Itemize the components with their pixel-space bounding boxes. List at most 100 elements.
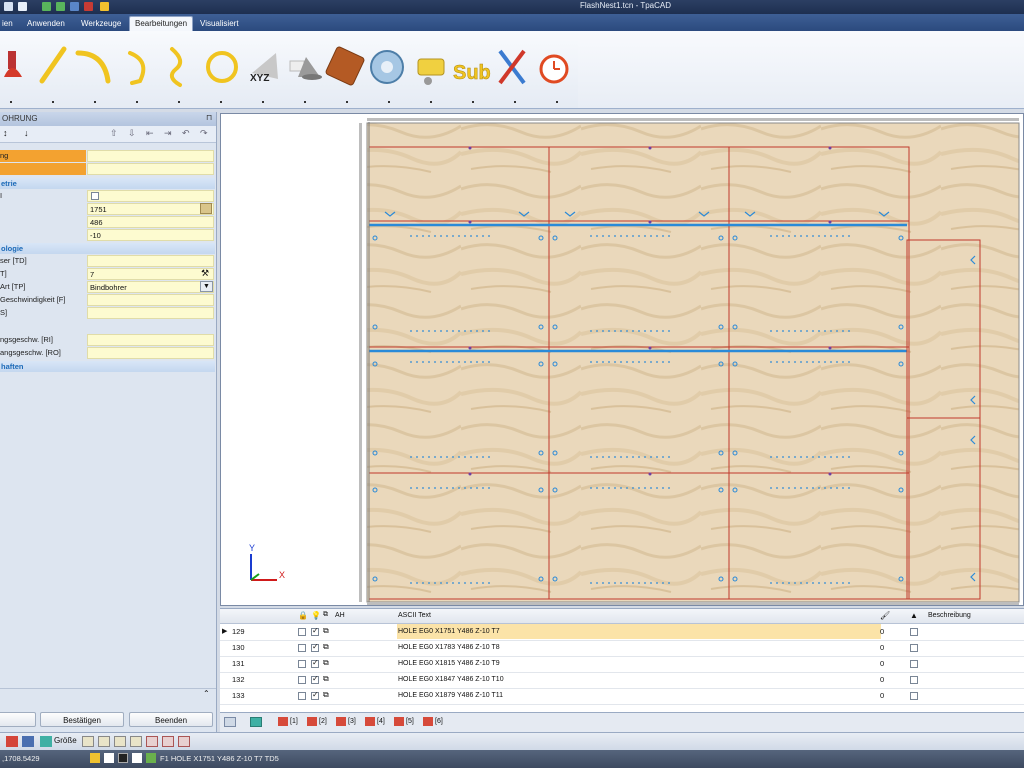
close-tool-icon[interactable] — [84, 2, 93, 11]
prop-value[interactable] — [87, 255, 214, 267]
prop-value[interactable] — [87, 163, 214, 175]
description-checkbox[interactable] — [910, 644, 918, 652]
redo-icon[interactable]: ↷ — [200, 128, 208, 139]
line-icon[interactable] — [39, 46, 67, 84]
undo-icon[interactable] — [42, 2, 51, 11]
tools-icon[interactable] — [498, 49, 526, 85]
visible-checkbox[interactable] — [311, 674, 319, 684]
prop-value[interactable] — [87, 190, 214, 202]
view-tab[interactable]: [1] — [278, 716, 298, 728]
arc-icon[interactable] — [75, 50, 111, 84]
s-curve-icon[interactable] — [169, 47, 183, 87]
ascii-text-cell[interactable]: HOLE EG0 X1879 Y486 Z-10 T11 — [397, 688, 881, 703]
tool-icon[interactable] — [98, 736, 110, 747]
tool-icon[interactable] — [82, 736, 94, 747]
prop-row[interactable]: Art [TP] Bindbohrer ▼ — [0, 281, 214, 293]
layers-icon[interactable]: ⧉ — [323, 611, 328, 619]
pin-icon[interactable]: ⊓ — [206, 113, 212, 122]
tab-werkzeuge[interactable]: Werkzeuge — [76, 17, 126, 31]
status-icon[interactable] — [118, 753, 128, 763]
prop-row[interactable]: -10 — [0, 229, 214, 241]
view-3d-icon[interactable] — [224, 717, 236, 727]
tool-value-field[interactable]: 7 — [87, 268, 214, 280]
z-value-field[interactable]: -10 — [87, 229, 214, 241]
prop-row[interactable]: angsgeschw. [RO] — [0, 347, 214, 359]
sort-category-icon[interactable]: ↓ — [24, 128, 29, 138]
shapes-icon[interactable]: ▲ — [910, 611, 918, 620]
tool-icon[interactable] — [162, 736, 174, 747]
clock-icon[interactable] — [539, 54, 569, 84]
view-tab[interactable]: [4] — [365, 716, 385, 728]
category-technology[interactable]: ologie — [0, 243, 215, 254]
view-tab[interactable]: [2] — [307, 716, 327, 728]
table-row[interactable]: ▶ 129 ⧉ HOLE EG0 X1751 Y486 Z-10 T70 — [220, 624, 1024, 641]
ascii-text-cell[interactable]: HOLE EG0 X1815 Y486 Z-10 T9 — [397, 656, 881, 671]
view-tab[interactable]: [3] — [336, 716, 356, 728]
lock-checkbox[interactable] — [298, 676, 306, 684]
tab-ansicht[interactable]: ien — [0, 17, 18, 31]
table-row[interactable]: 132 ⧉ HOLE EG0 X1847 Y486 Z-10 T100 — [220, 672, 1024, 689]
pick-point-icon[interactable] — [200, 203, 212, 214]
y-value-field[interactable]: 486 — [87, 216, 214, 228]
size-icon[interactable] — [40, 736, 52, 747]
view-tab[interactable]: [5] — [394, 716, 414, 728]
lock-checkbox[interactable] — [298, 660, 306, 668]
lock-icon[interactable]: 🔒 — [298, 611, 308, 620]
prop-value[interactable] — [87, 307, 214, 319]
x-value-field[interactable]: 1751 — [87, 203, 214, 215]
end-button[interactable]: Beenden — [129, 712, 213, 727]
circle-icon[interactable] — [206, 51, 238, 83]
visible-checkbox[interactable] — [311, 690, 319, 700]
prop-value[interactable] — [87, 294, 214, 306]
cone-icon[interactable] — [289, 57, 322, 80]
left-button[interactable] — [0, 712, 36, 727]
tool-icon[interactable] — [70, 2, 79, 11]
confirm-button[interactable]: Bestätigen — [40, 712, 124, 727]
tab-bearbeitungen[interactable]: Bearbeitungen — [129, 16, 194, 31]
xyz-point-icon[interactable]: XYZ — [250, 53, 278, 84]
category-properties[interactable]: haften — [0, 361, 215, 372]
prop-row[interactable]: T] 7 ⚒ — [0, 268, 214, 280]
redo-icon[interactable] — [56, 2, 65, 11]
prop-value[interactable] — [87, 334, 214, 346]
lock-checkbox[interactable] — [298, 628, 306, 636]
view-tab[interactable]: [6] — [423, 716, 443, 728]
ascii-text-cell[interactable]: HOLE EG0 X1783 Y486 Z-10 T8 — [397, 640, 881, 655]
tab-anwenden[interactable]: Anwenden — [22, 17, 70, 31]
visible-checkbox[interactable] — [311, 626, 319, 636]
undo-icon[interactable]: ↶ — [182, 128, 190, 139]
nav-icon[interactable]: ⇥ — [164, 128, 172, 139]
collapse-icon[interactable]: ⌃ — [203, 689, 210, 698]
tool-icon[interactable] — [146, 736, 158, 747]
star-icon[interactable] — [100, 2, 109, 11]
ascii-text-cell[interactable]: HOLE EG0 X1751 Y486 Z-10 T7 — [397, 624, 881, 639]
view-color-icon[interactable] — [250, 717, 262, 727]
description-checkbox[interactable] — [910, 628, 918, 636]
prop-row[interactable]: ng — [0, 150, 214, 162]
tab-visualisiert[interactable]: Visualisiert — [195, 17, 244, 31]
drill-icon[interactable] — [4, 51, 22, 77]
chevron-down-icon[interactable]: ▼ — [200, 281, 213, 292]
tool-type-select[interactable]: Bindbohrer — [87, 281, 214, 293]
description-checkbox[interactable] — [910, 676, 918, 684]
lock-checkbox[interactable] — [298, 692, 306, 700]
prop-row[interactable]: ser [TD] — [0, 255, 214, 267]
paint-icon[interactable]: 🖌 — [880, 611, 890, 620]
prop-value[interactable] — [87, 150, 214, 162]
status-icon[interactable] — [146, 753, 156, 763]
arc-right-icon[interactable] — [128, 51, 146, 85]
visible-checkbox[interactable] — [311, 642, 319, 652]
prop-row[interactable]: ngsgeschw. [RI] — [0, 334, 214, 346]
prop-row[interactable] — [0, 163, 214, 175]
prop-row[interactable]: Geschwindigkeit [F] — [0, 294, 214, 306]
status-icon[interactable] — [90, 753, 100, 763]
category-geometry[interactable]: etrie — [0, 178, 215, 189]
description-checkbox[interactable] — [910, 692, 918, 700]
new-file-icon[interactable] — [18, 2, 27, 11]
nav-icon[interactable]: ⇩ — [128, 128, 136, 139]
cad-viewport[interactable]: Y X — [220, 113, 1024, 606]
prop-row[interactable]: I — [0, 190, 214, 202]
panel-icon[interactable] — [325, 46, 365, 86]
measure-icon[interactable] — [6, 736, 18, 747]
select-icon[interactable] — [22, 736, 34, 747]
